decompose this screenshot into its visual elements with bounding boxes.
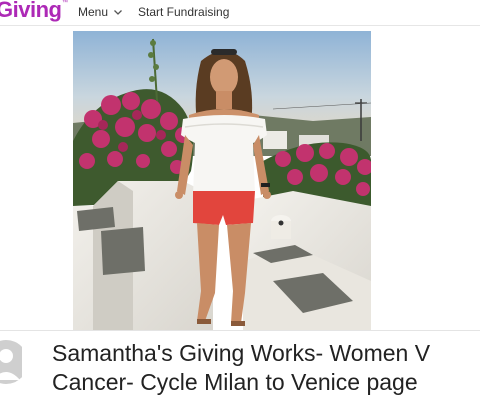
page-title: Samantha's Giving Works- Women V Cancer-… <box>52 339 480 397</box>
fundraiser-photo <box>73 31 371 330</box>
start-fundraising-link[interactable]: Start Fundraising <box>138 4 229 20</box>
user-avatar-icon[interactable] <box>0 340 22 384</box>
menu-button[interactable]: Menu <box>78 4 123 20</box>
menu-label: Menu <box>78 5 109 19</box>
site-header: Giving ™ Menu Start Fundraising <box>0 0 480 26</box>
hero-image <box>73 31 371 330</box>
page-title-line-2: Cancer- Cycle Milan to Venice page <box>52 369 418 395</box>
brand-logo[interactable]: Giving <box>0 0 62 23</box>
trademark-mark: ™ <box>62 0 68 6</box>
chevron-down-icon <box>114 10 122 15</box>
page-title-line-1: Samantha's Giving Works- Women V <box>52 340 431 366</box>
